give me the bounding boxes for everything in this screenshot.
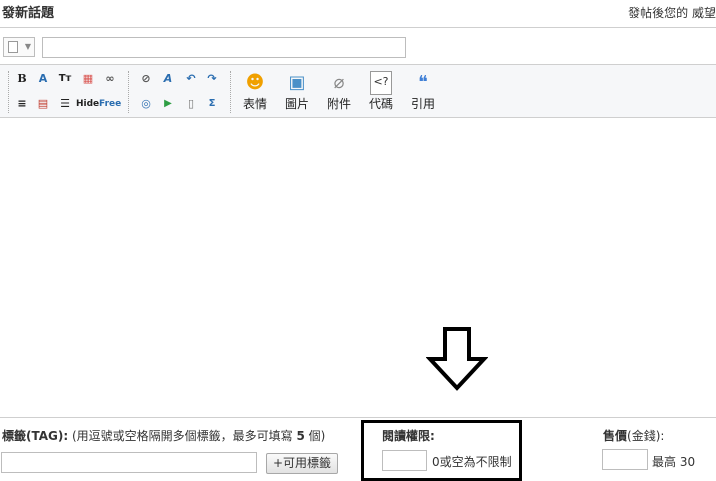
subject-input[interactable] bbox=[42, 37, 406, 58]
toolbar-separator bbox=[128, 71, 130, 113]
message-editor[interactable] bbox=[0, 118, 716, 418]
read-permission-input[interactable] bbox=[382, 450, 427, 471]
price-max: 最高 30 bbox=[652, 455, 696, 469]
reputation-note: 發帖後您的 威望 bbox=[628, 6, 716, 20]
image-icon: ▣ bbox=[288, 72, 306, 93]
hide-icon[interactable]: Hide bbox=[76, 96, 99, 112]
image-label: 圖片 bbox=[284, 97, 309, 111]
toolbar-separator bbox=[8, 71, 10, 113]
paperclip-icon: ⌀ bbox=[333, 72, 345, 93]
image-button[interactable]: ▣ 圖片 bbox=[279, 71, 315, 112]
page-icon[interactable]: ▯ bbox=[183, 96, 199, 112]
tags-label: 標籤(TAG): (用逗號或空格隔開多個標籤，最多可填寫 5 個) bbox=[2, 429, 326, 443]
unlink-icon[interactable]: ⊘ bbox=[138, 71, 154, 87]
redo-icon[interactable]: ↷ bbox=[204, 71, 220, 87]
font-size-icon[interactable]: Tт bbox=[57, 71, 73, 87]
page-title: 發新話題 bbox=[2, 6, 55, 21]
free-icon[interactable]: Free bbox=[99, 96, 121, 112]
read-permission-label: 閱讀權限: bbox=[382, 429, 435, 443]
attachment-label: 附件 bbox=[326, 97, 351, 111]
editor-toolbar: B A Tт ▦ ∞ ⊘ A ↶ ↷ ≡ ▤ ☰ Hide Free ◎ ▶ ▯… bbox=[0, 64, 716, 118]
align-icon[interactable]: ≡ bbox=[14, 96, 30, 112]
attach-list-icon[interactable]: ▤ bbox=[35, 96, 51, 112]
code-label: 代碼 bbox=[368, 97, 393, 111]
divider bbox=[0, 27, 716, 28]
document-icon bbox=[8, 41, 18, 53]
undo-icon[interactable]: ↶ bbox=[183, 71, 199, 87]
down-arrow-icon bbox=[426, 327, 488, 391]
clear-format-icon[interactable]: A bbox=[160, 71, 176, 87]
post-type-select[interactable]: ▼ bbox=[3, 37, 35, 57]
link-icon[interactable]: ∞ bbox=[102, 71, 118, 87]
smiley-label: 表情 bbox=[242, 97, 267, 111]
bold-icon[interactable]: B bbox=[14, 71, 30, 87]
available-tags-button[interactable]: +可用標籤 bbox=[266, 453, 339, 474]
media-icon[interactable]: ◎ bbox=[138, 96, 154, 112]
quote-label: 引用 bbox=[410, 97, 435, 111]
read-permission-hint: 0或空為不限制 bbox=[432, 455, 512, 469]
formula-icon[interactable]: Σ bbox=[204, 96, 220, 112]
smiley-icon: ☻ bbox=[245, 72, 265, 93]
color-icon[interactable]: ▦ bbox=[80, 71, 96, 87]
price-input[interactable] bbox=[602, 449, 648, 470]
code-icon: <? bbox=[370, 71, 392, 95]
flash-icon[interactable]: ▶ bbox=[160, 96, 176, 112]
quote-icon: ❝ bbox=[418, 72, 428, 93]
tags-input[interactable] bbox=[1, 452, 257, 473]
attachment-button[interactable]: ⌀ 附件 bbox=[321, 71, 357, 112]
price-label: 售價(金錢): bbox=[603, 429, 665, 443]
list-icon[interactable]: ☰ bbox=[57, 96, 73, 112]
code-button[interactable]: <? 代碼 bbox=[363, 71, 399, 112]
smiley-button[interactable]: ☻ 表情 bbox=[237, 71, 273, 112]
font-icon[interactable]: A bbox=[35, 71, 51, 87]
quote-button[interactable]: ❝ 引用 bbox=[405, 71, 441, 112]
chevron-down-icon: ▼ bbox=[24, 42, 31, 51]
toolbar-separator bbox=[230, 71, 232, 113]
